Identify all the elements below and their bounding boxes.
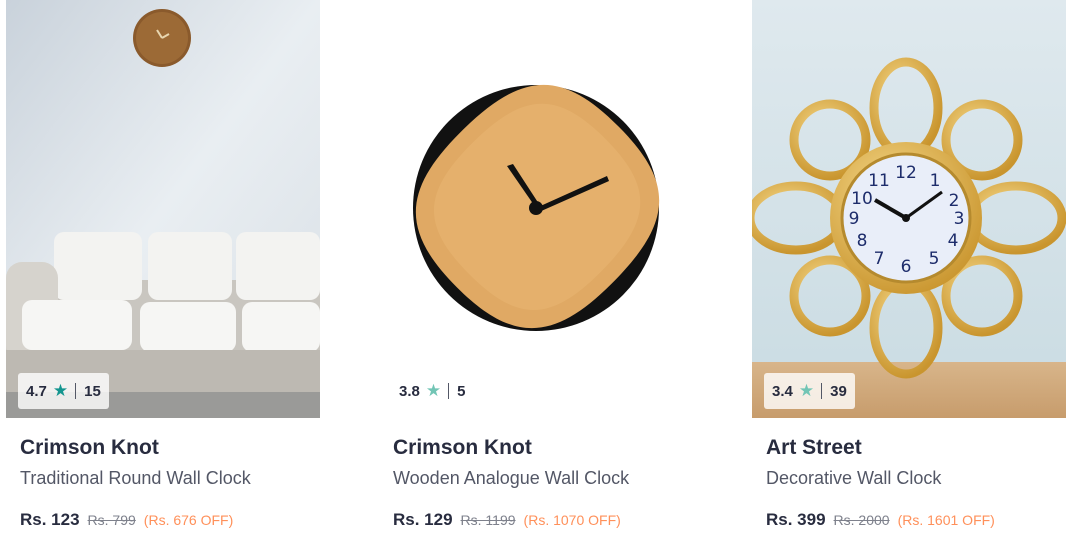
price-row: Rs. 129 Rs. 1199 (Rs. 1070 OFF)	[393, 510, 621, 530]
product-discount: (Rs. 1601 OFF)	[897, 512, 995, 528]
product-discount: (Rs. 1070 OFF)	[523, 512, 621, 528]
product-brand[interactable]: Crimson Knot	[20, 436, 159, 460]
product-mrp: Rs. 1199	[460, 512, 516, 528]
rating-value: 4.7	[26, 382, 47, 400]
rating-value: 3.4	[772, 382, 793, 400]
svg-text:9: 9	[849, 209, 860, 229]
product-image[interactable]: 4.7 ★ 15	[6, 0, 320, 418]
svg-text:8: 8	[857, 231, 868, 251]
product-card[interactable]: 4.7 ★ 15 Crimson Knot Traditional Round …	[6, 0, 320, 537]
product-brand[interactable]: Crimson Knot	[393, 436, 532, 460]
product-price: Rs. 399	[766, 510, 826, 529]
svg-text:4: 4	[948, 231, 959, 251]
product-name[interactable]: Wooden Analogue Wall Clock	[393, 468, 629, 489]
svg-text:1: 1	[930, 171, 941, 191]
rating-count: 5	[457, 382, 466, 400]
product-image[interactable]: 3.8 ★ 5	[379, 0, 693, 418]
product-price: Rs. 123	[20, 510, 80, 529]
rating-badge: 3.8 ★ 5	[391, 373, 473, 409]
product-name[interactable]: Traditional Round Wall Clock	[20, 468, 251, 489]
product-name[interactable]: Decorative Wall Clock	[766, 468, 941, 489]
svg-text:7: 7	[874, 249, 885, 269]
star-icon: ★	[425, 381, 442, 400]
product-mrp: Rs. 2000	[833, 512, 890, 528]
rating-badge: 3.4 ★ 39	[764, 373, 855, 409]
star-icon: ★	[798, 381, 815, 400]
svg-text:11: 11	[868, 171, 890, 191]
svg-text:3: 3	[954, 209, 965, 229]
product-card[interactable]: 3.8 ★ 5 Crimson Knot Wooden Analogue Wal…	[379, 0, 693, 537]
svg-text:2: 2	[949, 191, 960, 211]
product-mrp: Rs. 799	[87, 512, 136, 528]
rating-divider	[821, 383, 823, 399]
svg-text:5: 5	[929, 249, 940, 269]
rating-count: 15	[84, 382, 101, 400]
product-image[interactable]: 12 1 2 3 4 5 6 7 8 9 10 11 3.4 ★ 39	[752, 0, 1066, 418]
product-brand[interactable]: Art Street	[766, 436, 862, 460]
product-card[interactable]: 12 1 2 3 4 5 6 7 8 9 10 11 3.4 ★ 39 Art	[752, 0, 1066, 537]
price-row: Rs. 123 Rs. 799 (Rs. 676 OFF)	[20, 510, 233, 530]
svg-text:12: 12	[895, 163, 917, 183]
star-icon: ★	[52, 381, 69, 400]
rating-value: 3.8	[399, 382, 420, 400]
price-row: Rs. 399 Rs. 2000 (Rs. 1601 OFF)	[766, 510, 995, 530]
svg-text:10: 10	[851, 189, 873, 209]
rating-badge: 4.7 ★ 15	[18, 373, 109, 409]
rating-divider	[448, 383, 450, 399]
product-price: Rs. 129	[393, 510, 453, 529]
rating-count: 39	[830, 382, 847, 400]
svg-text:6: 6	[901, 257, 912, 277]
product-discount: (Rs. 676 OFF)	[143, 512, 234, 528]
rating-divider	[75, 383, 77, 399]
